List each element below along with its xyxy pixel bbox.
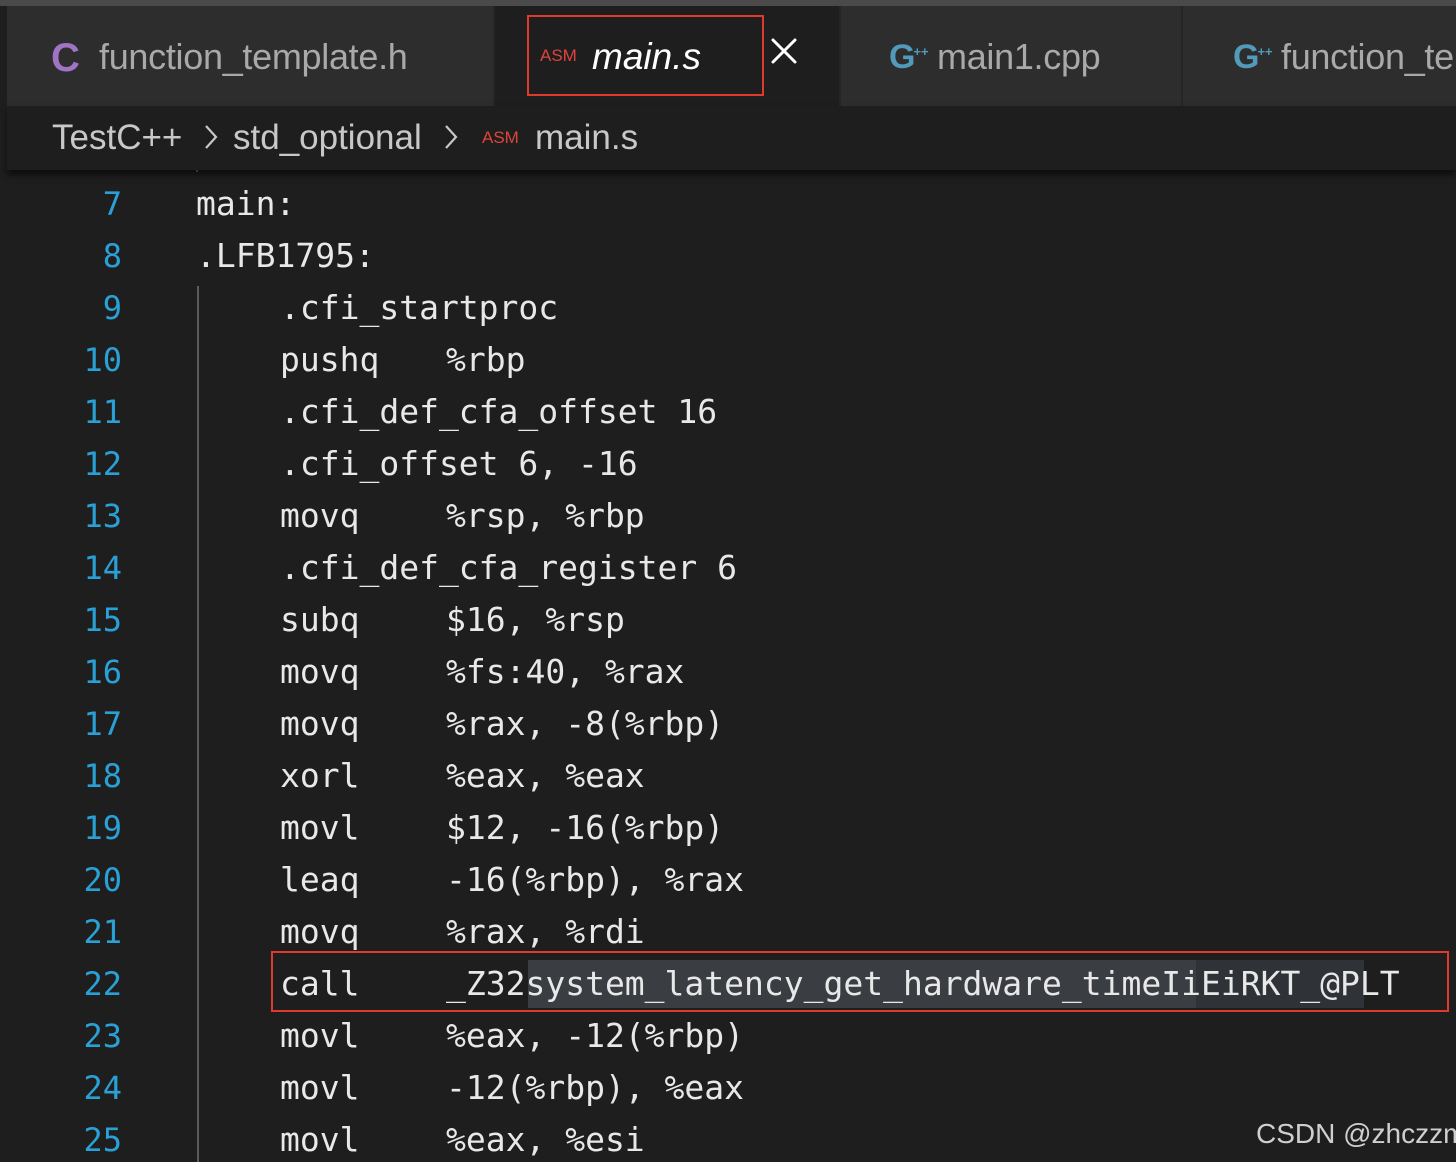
code-mnemonic: leaq — [280, 860, 360, 899]
line-number: 11 — [83, 393, 122, 431]
code-text: .LFB1795: — [196, 236, 375, 275]
code-operands: %fs:40, %rax — [446, 652, 685, 691]
code-mnemonic: movq — [280, 496, 360, 535]
breadcrumb-item-testcpp[interactable]: TestC++ — [52, 118, 182, 158]
line-number: 13 — [83, 497, 122, 535]
code-mnemonic: pushq — [280, 340, 380, 379]
code-operands: -12(%rbp), %eax — [446, 1068, 745, 1107]
chevron-right-icon — [204, 124, 218, 150]
code-line-16[interactable]: 16 movq %fs:40, %rax — [0, 646, 1456, 698]
scrolled-line-fragment — [196, 170, 198, 172]
code-line-12[interactable]: 12 .cfi_offset 6, -16 — [0, 438, 1456, 490]
tab-function-template-cpp[interactable]: G++ function_te — [1183, 6, 1456, 106]
line-number: 23 — [83, 1017, 122, 1055]
line-number: 19 — [83, 809, 122, 847]
code-mnemonic: subq — [280, 600, 360, 639]
code-operands: %eax, -12(%rbp) — [446, 1016, 745, 1055]
line-number: 9 — [102, 289, 122, 327]
code-line-18[interactable]: 18 xorl %eax, %eax — [0, 750, 1456, 802]
code-editor[interactable]: 7 main: 8 .LFB1795: 9 .cfi_startproc 10 … — [0, 170, 1456, 1162]
line-number: 7 — [102, 185, 122, 223]
line-number: 14 — [83, 549, 122, 587]
line-number: 10 — [83, 341, 122, 379]
code-line-19[interactable]: 19 movl $12, -16(%rbp) — [0, 802, 1456, 854]
line-number: 24 — [83, 1069, 122, 1107]
code-text: .cfi_def_cfa_register 6 — [280, 548, 737, 587]
code-line-14[interactable]: 14 .cfi_def_cfa_register 6 — [0, 542, 1456, 594]
code-mnemonic: movl — [280, 1016, 360, 1055]
code-operands: %eax, %esi — [446, 1120, 645, 1159]
code-operands: %rax, -8(%rbp) — [446, 704, 725, 743]
watermark: CSDN @zhczzm — [1256, 1118, 1456, 1149]
code-mnemonic: movq — [280, 652, 360, 691]
code-line-20[interactable]: 20 leaq -16(%rbp), %rax — [0, 854, 1456, 906]
active-tab-highlight-box — [527, 15, 764, 96]
code-line-23[interactable]: 23 movl %eax, -12(%rbp) — [0, 1010, 1456, 1062]
code-line-10[interactable]: 10 pushq %rbp — [0, 334, 1456, 386]
line-number: 18 — [83, 757, 122, 795]
code-line-8[interactable]: 8 .LFB1795: — [0, 230, 1456, 282]
code-line-25[interactable]: 25 movl %eax, %esi — [0, 1114, 1456, 1162]
code-text: .cfi_offset 6, -16 — [280, 444, 638, 483]
line-number: 17 — [83, 705, 122, 743]
code-line-15[interactable]: 15 subq $16, %rsp — [0, 594, 1456, 646]
line-number: 8 — [102, 237, 122, 275]
code-line-13[interactable]: 13 movq %rsp, %rbp — [0, 490, 1456, 542]
tab-label: function_te — [1281, 36, 1454, 77]
code-mnemonic: movl — [280, 1068, 360, 1107]
breadcrumb-item-std-optional[interactable]: std_optional — [233, 118, 422, 158]
line-number: 20 — [83, 861, 122, 899]
code-operands: %rbp — [446, 340, 526, 379]
line-number: 21 — [83, 913, 122, 951]
code-text: .cfi_def_cfa_offset 16 — [280, 392, 718, 431]
line-number: 16 — [83, 653, 122, 691]
line-number: 12 — [83, 445, 122, 483]
cpp-icon: G++ — [889, 38, 929, 76]
code-mnemonic: movl — [280, 808, 360, 847]
code-mnemonic: movq — [280, 704, 360, 743]
line-number: 22 — [83, 965, 122, 1003]
cpp-icon: G++ — [1233, 38, 1273, 76]
code-line-24[interactable]: 24 movl -12(%rbp), %eax — [0, 1062, 1456, 1114]
line-number: 15 — [83, 601, 122, 639]
code-mnemonic: xorl — [280, 756, 360, 795]
c-header-icon: C — [51, 36, 80, 80]
tab-main1-cpp[interactable]: G++ main1.cpp — [841, 6, 1181, 106]
code-mnemonic: movl — [280, 1120, 360, 1159]
asm-icon: ASM — [482, 128, 519, 147]
code-line-7[interactable]: 7 main: — [0, 178, 1456, 230]
close-icon[interactable] — [769, 36, 799, 66]
code-line-9[interactable]: 9 .cfi_startproc — [0, 282, 1456, 334]
code-text: main: — [196, 184, 296, 223]
code-operands: $16, %rsp — [446, 600, 625, 639]
tab-label: function_template.h — [99, 36, 408, 77]
code-operands: -16(%rbp), %rax — [446, 860, 745, 899]
code-operands: %eax, %eax — [446, 756, 645, 795]
breadcrumb: TestC++ std_optional ASM main.s — [7, 106, 1456, 170]
tab-function-template-h[interactable]: C function_template.h — [7, 6, 493, 106]
breadcrumb-item-main-s[interactable]: main.s — [535, 118, 638, 158]
code-operands: $12, -16(%rbp) — [446, 808, 725, 847]
code-line-17[interactable]: 17 movq %rax, -8(%rbp) — [0, 698, 1456, 750]
chevron-right-icon — [444, 124, 458, 150]
code-text: .cfi_startproc — [280, 288, 559, 327]
tab-label: main1.cpp — [937, 36, 1101, 77]
line-number: 25 — [83, 1121, 122, 1159]
call-line-highlight-box — [271, 951, 1449, 1012]
code-operands: %rsp, %rbp — [446, 496, 645, 535]
code-line-11[interactable]: 11 .cfi_def_cfa_offset 16 — [0, 386, 1456, 438]
